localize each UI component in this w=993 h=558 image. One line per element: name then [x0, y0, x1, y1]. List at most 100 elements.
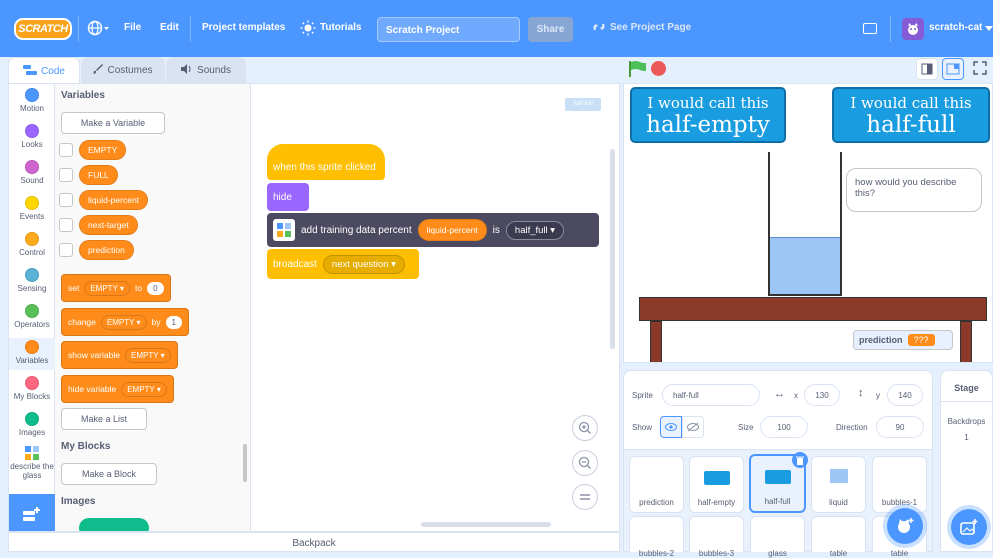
username-menu[interactable]: scratch-cat: [929, 22, 982, 33]
category-events[interactable]: Events: [9, 196, 55, 221]
sprite-tile-bubbles-3[interactable]: bubbles-3: [689, 516, 744, 558]
broadcast-block[interactable]: broadcast next question ▾: [267, 249, 419, 279]
glass-sprite[interactable]: [768, 152, 842, 296]
workspace-horizontal-scrollbar[interactable]: [421, 522, 551, 527]
sprite-tile-glass[interactable]: glass: [750, 516, 805, 558]
choose-backdrop-button[interactable]: [951, 509, 987, 545]
variable-checkbox[interactable]: [59, 193, 73, 207]
tab-sounds[interactable]: Sounds: [166, 57, 246, 83]
globe-icon[interactable]: [87, 20, 109, 39]
sprite-tile-prediction[interactable]: prediction: [629, 456, 684, 513]
category-motion[interactable]: Motion: [9, 88, 55, 113]
file-menu[interactable]: File: [124, 22, 141, 33]
half-empty-sign[interactable]: I would call this half-empty: [630, 87, 786, 143]
hide-block[interactable]: hide: [267, 183, 309, 211]
category-looks[interactable]: Looks: [9, 124, 55, 149]
variable-dropdown[interactable]: EMPTY ▾: [100, 314, 147, 330]
make-list-button[interactable]: Make a List: [61, 408, 147, 430]
x-input[interactable]: 130: [804, 384, 840, 406]
scratch-logo[interactable]: SCRATCH: [14, 18, 72, 40]
tab-costumes[interactable]: Costumes: [81, 57, 165, 83]
zoom-out-button[interactable]: [572, 450, 598, 476]
make-variable-button[interactable]: Make a Variable: [61, 112, 165, 134]
large-stage-button[interactable]: [942, 58, 964, 80]
liquid-percent-reporter[interactable]: liquid-percent: [417, 219, 487, 241]
add-extension-button[interactable]: [9, 494, 55, 531]
stage-target-panel[interactable]: Stage Backdrops 1: [940, 370, 993, 552]
variable-checkbox[interactable]: [59, 143, 73, 157]
value-input[interactable]: 0: [147, 281, 164, 295]
change-variable-block[interactable]: change EMPTY ▾ by 1: [61, 308, 189, 336]
sprite-tile-bubbles-2[interactable]: bubbles-2: [629, 516, 684, 558]
sprite-name-input[interactable]: half-full: [662, 384, 760, 406]
category-operators[interactable]: Operators: [9, 304, 55, 329]
variable-reporter-full[interactable]: FULL: [79, 165, 118, 185]
variable-checkbox[interactable]: [59, 168, 73, 182]
palette-scrollbar[interactable]: [243, 444, 247, 482]
sprite-tile-half-full[interactable]: half-full: [749, 452, 808, 513]
message-dropdown[interactable]: next question ▾: [322, 254, 405, 274]
chevron-down-icon[interactable]: [985, 24, 993, 35]
direction-input[interactable]: 90: [876, 416, 924, 438]
category-control[interactable]: Control: [9, 232, 55, 257]
label-dropdown[interactable]: half_full ▾: [505, 220, 565, 240]
hide-sprite-button[interactable]: [682, 416, 704, 438]
zoom-in-button[interactable]: [572, 415, 598, 441]
backpack[interactable]: Backpack: [8, 532, 620, 552]
workspace-vertical-scrollbar[interactable]: [610, 149, 615, 349]
sprite-tile-liquid[interactable]: liquid: [811, 456, 866, 513]
stage-canvas[interactable]: I would call this half-empty I would cal…: [623, 83, 993, 363]
variable-reporter-empty[interactable]: EMPTY: [79, 140, 127, 160]
show-variable-block[interactable]: show variable EMPTY ▾: [61, 341, 178, 369]
when-sprite-clicked-hat-block[interactable]: when this sprite clicked: [267, 144, 385, 180]
delete-sprite-button[interactable]: [792, 452, 808, 468]
liquid-sprite[interactable]: [770, 237, 840, 294]
user-avatar[interactable]: [902, 18, 924, 40]
variable-checkbox[interactable]: [59, 243, 73, 257]
category-sound[interactable]: Sound: [9, 160, 55, 185]
category-my-blocks[interactable]: My Blocks: [9, 376, 55, 401]
tutorials-menu[interactable]: Tutorials: [320, 22, 361, 33]
variable-checkbox[interactable]: [59, 218, 73, 232]
see-project-page-button[interactable]: See Project Page: [610, 22, 691, 33]
small-stage-button[interactable]: [916, 58, 938, 80]
choose-sprite-button[interactable]: [887, 508, 923, 544]
stop-button[interactable]: [651, 61, 666, 76]
variable-dropdown[interactable]: EMPTY ▾: [124, 347, 171, 363]
zoom-reset-button[interactable]: [572, 484, 598, 510]
half-full-sign[interactable]: I would call this half-full: [832, 87, 990, 143]
sprite-tile-half-empty[interactable]: half-empty: [689, 456, 744, 513]
prediction-variable-monitor[interactable]: prediction ???: [853, 330, 953, 350]
my-stuff-folder-icon[interactable]: [863, 23, 877, 34]
sprite-tile-bubbles-1[interactable]: bubbles-1: [872, 456, 927, 513]
category-images[interactable]: Images: [9, 412, 55, 437]
variable-reporter-next-target[interactable]: next-target: [79, 215, 138, 235]
green-flag-button[interactable]: [626, 59, 648, 79]
looks-dot-icon: [25, 124, 39, 138]
set-variable-block[interactable]: set EMPTY ▾ to 0: [61, 274, 171, 302]
sprite-tile-table[interactable]: table: [811, 516, 866, 558]
category-variables[interactable]: Variables: [9, 338, 55, 370]
value-input[interactable]: 1: [165, 315, 182, 329]
y-input[interactable]: 140: [887, 384, 923, 406]
make-block-button[interactable]: Make a Block: [61, 463, 157, 485]
category-label: Sound: [20, 176, 44, 185]
size-input[interactable]: 100: [760, 416, 808, 438]
variable-reporter-prediction[interactable]: prediction: [79, 240, 134, 260]
share-button[interactable]: Share: [528, 17, 573, 42]
add-training-data-block[interactable]: add training data percent liquid-percent…: [267, 213, 599, 247]
dropdown-value: EMPTY: [127, 384, 155, 394]
variable-dropdown[interactable]: EMPTY ▾: [84, 280, 131, 296]
fullscreen-button[interactable]: [970, 58, 992, 80]
hide-variable-block[interactable]: hide variable EMPTY ▾: [61, 375, 174, 403]
category-describe-the-glass[interactable]: describe the glass: [9, 446, 55, 480]
project-title-input[interactable]: Scratch Project: [377, 17, 520, 42]
show-sprite-button[interactable]: [660, 416, 682, 438]
edit-menu[interactable]: Edit: [160, 22, 179, 33]
category-sensing[interactable]: Sensing: [9, 268, 55, 293]
variable-dropdown[interactable]: EMPTY ▾: [121, 381, 167, 397]
tab-code[interactable]: Code: [8, 57, 80, 84]
variable-reporter-liquid-percent[interactable]: liquid-percent: [79, 190, 149, 210]
project-templates-menu[interactable]: Project templates: [202, 22, 285, 33]
images-reporter-block[interactable]: [79, 518, 149, 531]
